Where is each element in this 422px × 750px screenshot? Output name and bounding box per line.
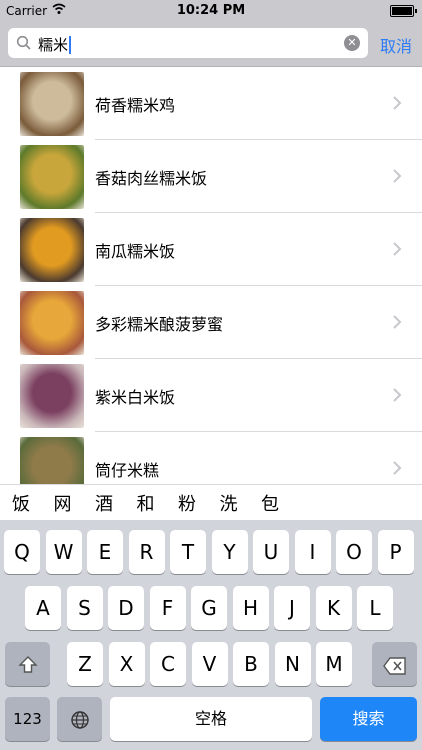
key-b[interactable]: B (233, 642, 269, 686)
battery-icon (390, 5, 417, 17)
chevron-right-icon (393, 242, 402, 256)
recipe-title: 筒仔米糕 (95, 461, 160, 480)
key-y[interactable]: Y (211, 530, 248, 574)
key-r[interactable]: R (128, 530, 165, 574)
recipe-thumbnail (20, 437, 84, 484)
key-c[interactable]: C (150, 642, 186, 686)
key-n[interactable]: N (274, 642, 311, 686)
ime-candidate[interactable]: 粉 (178, 490, 196, 516)
recipe-thumbnail (20, 218, 84, 282)
key-j[interactable]: J (274, 586, 310, 630)
ime-candidate[interactable]: 网 (54, 490, 72, 516)
cancel-button[interactable]: 取消 (380, 33, 412, 57)
key-m[interactable]: M (316, 642, 352, 686)
key-o[interactable]: O (336, 530, 372, 574)
ime-candidate[interactable]: 酒 (95, 490, 113, 516)
globe-key[interactable] (57, 697, 102, 741)
ime-candidate[interactable]: 饭 (12, 490, 30, 516)
recipe-title: 紫米白米饭 (95, 388, 176, 407)
key-t[interactable]: T (170, 530, 206, 574)
key-g[interactable]: G (191, 586, 227, 630)
recipe-row[interactable]: 紫米白米饭 (0, 359, 422, 432)
shift-icon (17, 656, 38, 673)
recipe-title: 荷香糯米鸡 (95, 96, 176, 115)
key-p[interactable]: P (377, 530, 414, 574)
results-list: 荷香糯米鸡香菇肉丝糯米饭 南瓜糯米饭多彩糯米酿菠萝蜜 紫米白米饭筒仔米糕 (0, 67, 422, 484)
recipe-thumbnail (20, 364, 84, 428)
key-x[interactable]: X (108, 642, 145, 686)
recipe-row[interactable]: 南瓜糯米饭 (0, 213, 422, 286)
chevron-right-icon (393, 388, 402, 402)
key-i[interactable]: I (294, 530, 331, 574)
key-l[interactable]: L (357, 586, 393, 630)
chevron-right-icon (393, 461, 402, 475)
key-h[interactable]: H (232, 586, 269, 630)
status-bar: Carrier 10:24 PM (0, 0, 422, 22)
chevron-right-icon (393, 315, 402, 329)
delete-key[interactable] (372, 642, 417, 686)
clock: 10:24 PM (176, 3, 246, 18)
recipe-row[interactable]: 筒仔米糕 (0, 432, 422, 484)
shift-key[interactable] (5, 642, 50, 686)
key-q[interactable]: Q (4, 530, 40, 574)
chevron-right-icon (393, 169, 402, 183)
search-icon (16, 35, 31, 50)
clear-icon[interactable]: ✕ (344, 35, 360, 51)
key-a[interactable]: A (25, 586, 61, 630)
key-f[interactable]: F (149, 586, 186, 630)
chevron-right-icon (393, 96, 402, 110)
ime-candidate[interactable]: 洗 (220, 490, 238, 516)
key-z[interactable]: Z (67, 642, 103, 686)
key-w[interactable]: W (45, 530, 82, 574)
recipe-row[interactable]: 荷香糯米鸡 (0, 67, 422, 140)
ime-candidate-bar: 饭网酒和粉洗包 (0, 484, 422, 521)
recipe-title: 香菇肉丝糯米饭 (95, 169, 208, 188)
recipe-row[interactable]: 多彩糯米酿菠萝蜜 (0, 286, 422, 359)
key-s[interactable]: S (66, 586, 103, 630)
backspace-icon (382, 657, 406, 675)
search-key[interactable]: 搜索 (320, 697, 417, 741)
key-k[interactable]: K (315, 586, 352, 630)
key-d[interactable]: D (108, 586, 144, 630)
recipe-thumbnail (20, 72, 84, 136)
recipe-title: 南瓜糯米饭 (95, 242, 176, 261)
recipe-thumbnail (20, 145, 84, 209)
keyboard: 123 空格 搜索 QWERTYUIOP ASDFGHJKL ZXCVBNM (0, 520, 422, 750)
recipe-row[interactable]: 香菇肉丝糯米饭 (0, 140, 422, 213)
key-v[interactable]: V (191, 642, 228, 686)
key-e[interactable]: E (87, 530, 123, 574)
numbers-key[interactable]: 123 (5, 697, 50, 741)
globe-icon (70, 711, 89, 729)
ime-candidate[interactable]: 包 (261, 490, 279, 516)
ime-candidate[interactable]: 和 (137, 490, 155, 516)
search-input-text: 糯米 (38, 34, 72, 55)
space-key[interactable]: 空格 (110, 697, 312, 741)
search-input[interactable]: 糯米 ✕ (8, 28, 368, 58)
key-u[interactable]: U (253, 530, 289, 574)
search-bar: 糯米 ✕ 取消 (0, 22, 422, 67)
recipe-thumbnail (20, 291, 84, 355)
recipe-title: 多彩糯米酿菠萝蜜 (95, 315, 224, 334)
